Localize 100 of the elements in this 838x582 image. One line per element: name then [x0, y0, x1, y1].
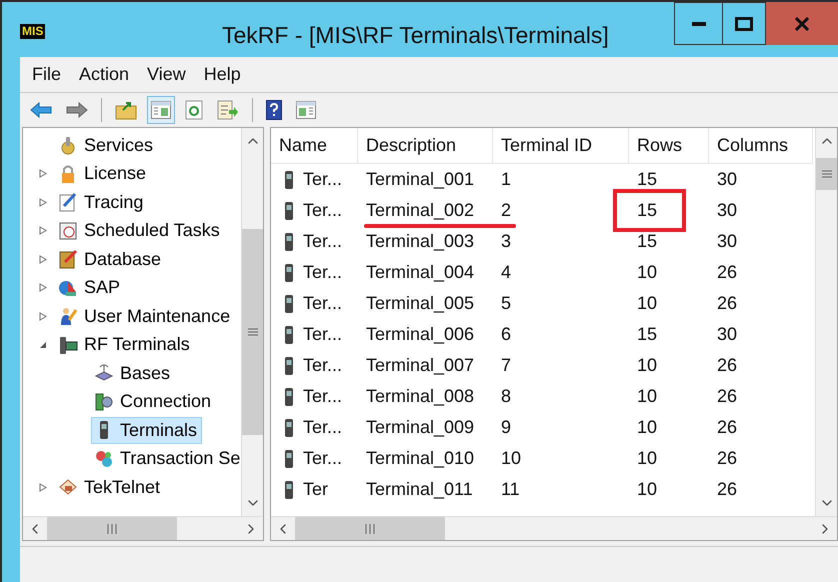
table-cell: 3	[501, 231, 512, 251]
table-cell: 15	[637, 231, 658, 251]
tree-item[interactable]: Transaction Se	[91, 445, 241, 472]
tree-item[interactable]: Services	[55, 132, 158, 159]
table-cell-text: Ter...	[303, 230, 342, 253]
rf-terminal-icon	[58, 334, 78, 355]
minimize-icon	[692, 22, 706, 26]
table-cell: 26	[717, 479, 738, 499]
vertical-scrollbar[interactable]	[815, 128, 837, 516]
table-cell: 1	[501, 169, 512, 189]
back-arrow-icon[interactable]	[30, 102, 52, 118]
export-list-icon[interactable]	[217, 100, 239, 120]
tree-item[interactable]: Database	[55, 246, 166, 273]
horizontal-scrollbar[interactable]	[23, 516, 263, 540]
horizontal-scrollbar[interactable]	[271, 516, 837, 540]
table-cell: 30	[717, 231, 738, 251]
vertical-scrollbar[interactable]	[241, 128, 263, 516]
menu-item[interactable]: Action	[79, 61, 130, 88]
expand-arrow-icon[interactable]	[39, 169, 47, 178]
table-cell: Terminal_011	[366, 479, 473, 499]
column-header[interactable]: Name	[271, 128, 358, 164]
tree-item[interactable]: Connection	[91, 388, 216, 416]
tree-item[interactable]: Tracing	[55, 188, 148, 216]
table-cell-text: Ter...	[303, 416, 342, 439]
folder-up-icon[interactable]	[115, 100, 137, 120]
table-cell: 26	[717, 386, 738, 406]
tree-item[interactable]: TekTelnet	[55, 474, 166, 501]
tree-item[interactable]: RF Terminals	[55, 331, 195, 358]
user-pencil-icon	[58, 306, 78, 326]
table-cell: 10	[501, 448, 522, 468]
table-cell-text: Ter...	[303, 385, 342, 408]
action-pane-icon[interactable]	[296, 101, 316, 119]
table-cell: 26	[717, 355, 738, 375]
forward-arrow-icon[interactable]	[66, 102, 88, 118]
minimize-button[interactable]	[674, 2, 723, 45]
console-tree-icon[interactable]	[151, 101, 171, 119]
router-icon	[94, 363, 114, 384]
column-header[interactable]: Rows	[629, 128, 709, 164]
table-cell: 7	[501, 355, 512, 375]
column-header[interactable]: Columns	[709, 128, 813, 164]
table-cell: Terminal_008	[366, 386, 474, 406]
scroll-thumb[interactable]	[47, 517, 177, 540]
table-cell: 4	[501, 262, 512, 282]
table-cell: 10	[637, 448, 658, 468]
table-cell-text: Ter...	[303, 199, 342, 222]
grip-icon	[107, 524, 117, 534]
table-cell: 10	[637, 386, 658, 406]
refresh-icon[interactable]	[185, 100, 203, 120]
expand-arrow-icon[interactable]	[39, 254, 47, 264]
column-header[interactable]: Description	[358, 128, 493, 164]
close-button[interactable]	[766, 2, 838, 45]
scroll-thumb[interactable]	[242, 229, 263, 435]
table-cell: 6	[501, 324, 512, 344]
scroll-thumb[interactable]	[295, 517, 445, 540]
collapse-arrow-icon[interactable]	[39, 340, 47, 349]
expand-arrow-icon[interactable]	[39, 226, 47, 236]
table-cell: 26	[717, 293, 738, 313]
expand-arrow-icon[interactable]	[39, 283, 47, 292]
scroll-thumb[interactable]	[816, 158, 837, 190]
tree-item[interactable]: User Maintenance	[55, 302, 236, 330]
window-title: TekRF - [MIS\RF Terminals\Terminals]	[222, 21, 609, 50]
calendar-icon	[58, 220, 78, 241]
table-cell: 10	[637, 355, 658, 375]
help-icon[interactable]	[266, 100, 282, 120]
table-cell: Terminal_010	[366, 448, 474, 468]
app-logo: MIS	[20, 24, 46, 39]
menu-item[interactable]: File	[32, 61, 62, 88]
table-cell: 10	[637, 262, 658, 282]
column-header[interactable]: Terminal ID	[493, 128, 629, 164]
tree-item[interactable]: SAP	[55, 274, 126, 302]
table-cell-text: Ter	[303, 478, 328, 501]
tree-item[interactable]: Terminals	[91, 416, 202, 444]
menu-item[interactable]: Help	[204, 61, 241, 88]
table-cell: 26	[717, 417, 738, 437]
tree-item[interactable]: Bases	[91, 360, 176, 387]
menu-item[interactable]: View	[147, 61, 186, 88]
table-cell: 15	[637, 169, 658, 189]
table-cell: 10	[637, 293, 658, 313]
table-cell-text: Ter...	[303, 354, 342, 377]
grip-icon	[248, 328, 258, 336]
close-icon	[795, 16, 809, 30]
tree-item[interactable]: License	[55, 160, 152, 188]
table-cell: 30	[717, 200, 738, 220]
grip-icon	[365, 524, 375, 534]
table-cell: Terminal_007	[366, 355, 474, 375]
table-cell: 30	[717, 169, 738, 189]
tree-item[interactable]: Scheduled Tasks	[55, 217, 225, 244]
table-cell: 15	[637, 324, 658, 344]
table-cell: 8	[501, 386, 512, 406]
expand-arrow-icon[interactable]	[39, 482, 47, 492]
table-cell: 26	[717, 262, 738, 282]
maximize-icon	[735, 16, 753, 30]
table-cell: 26	[717, 448, 738, 468]
expand-arrow-icon[interactable]	[39, 198, 47, 207]
table-cell: Terminal_006	[366, 324, 474, 344]
expand-arrow-icon[interactable]	[39, 312, 47, 321]
table-cell: 10	[637, 479, 658, 499]
grip-icon	[822, 170, 832, 178]
table-cell: 15	[637, 200, 658, 220]
database-pencil-icon	[58, 249, 78, 270]
